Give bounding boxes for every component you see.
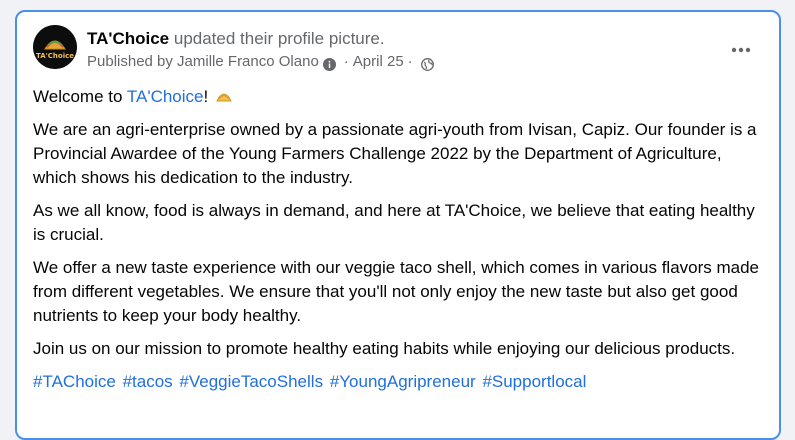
hashtag-link[interactable]: #VeggieTacoShells (179, 372, 323, 391)
page-name-link[interactable]: TA'Choice (87, 29, 169, 48)
page-mention-link[interactable]: TA'Choice (127, 87, 204, 106)
post-body: Welcome to TA'Choice! We are an agri-ent… (33, 85, 768, 403)
svg-text:TA'Choice: TA'Choice (36, 52, 74, 60)
hashtag-link[interactable]: #tacos (123, 372, 173, 391)
hashtag-link[interactable]: #Supportlocal (482, 372, 586, 391)
published-by-text[interactable]: Published by Jamille Franco Olano (87, 51, 319, 73)
paragraph-food: As we all know, food is always in demand… (33, 201, 755, 244)
paragraph-offer: We offer a new taste experience with our… (33, 258, 760, 325)
info-icon[interactable] (322, 56, 336, 71)
welcome-paragraph: Welcome to TA'Choice! (33, 85, 768, 109)
paragraph-mission: Join us on our mission to promote health… (33, 339, 736, 358)
more-options-button[interactable] (723, 32, 759, 68)
post-date-link[interactable]: April 25 (353, 51, 404, 73)
separator-dot: · (343, 53, 349, 70)
welcome-prefix: Welcome to (33, 87, 127, 106)
paragraph-about: We are an agri-enterprise owned by a pas… (33, 120, 757, 187)
separator-dot: · (407, 53, 413, 70)
avatar[interactable]: TA'Choice (33, 25, 77, 69)
post-header: TA'Choice TA'Choice updated their profil… (33, 25, 753, 75)
post-action-text: updated their profile picture. (173, 29, 385, 48)
hashtags: #TAChoice #tacos #VeggieTacoShells #Youn… (33, 370, 768, 394)
welcome-suffix: ! (203, 87, 209, 106)
globe-icon[interactable] (420, 56, 434, 71)
publish-info: Published by Jamille Franco Olano · Apri… (87, 51, 438, 73)
header-line: TA'Choice updated their profile picture. (87, 27, 438, 51)
taco-emoji-icon (215, 86, 233, 102)
post-card: TA'Choice TA'Choice updated their profil… (15, 10, 781, 440)
more-horizontal-icon (731, 47, 751, 53)
hashtag-link[interactable]: #TAChoice (33, 372, 116, 391)
hashtag-link[interactable]: #YoungAgripreneur (330, 372, 476, 391)
post-meta: TA'Choice updated their profile picture.… (87, 27, 438, 73)
tachoice-logo: TA'Choice (33, 25, 77, 69)
